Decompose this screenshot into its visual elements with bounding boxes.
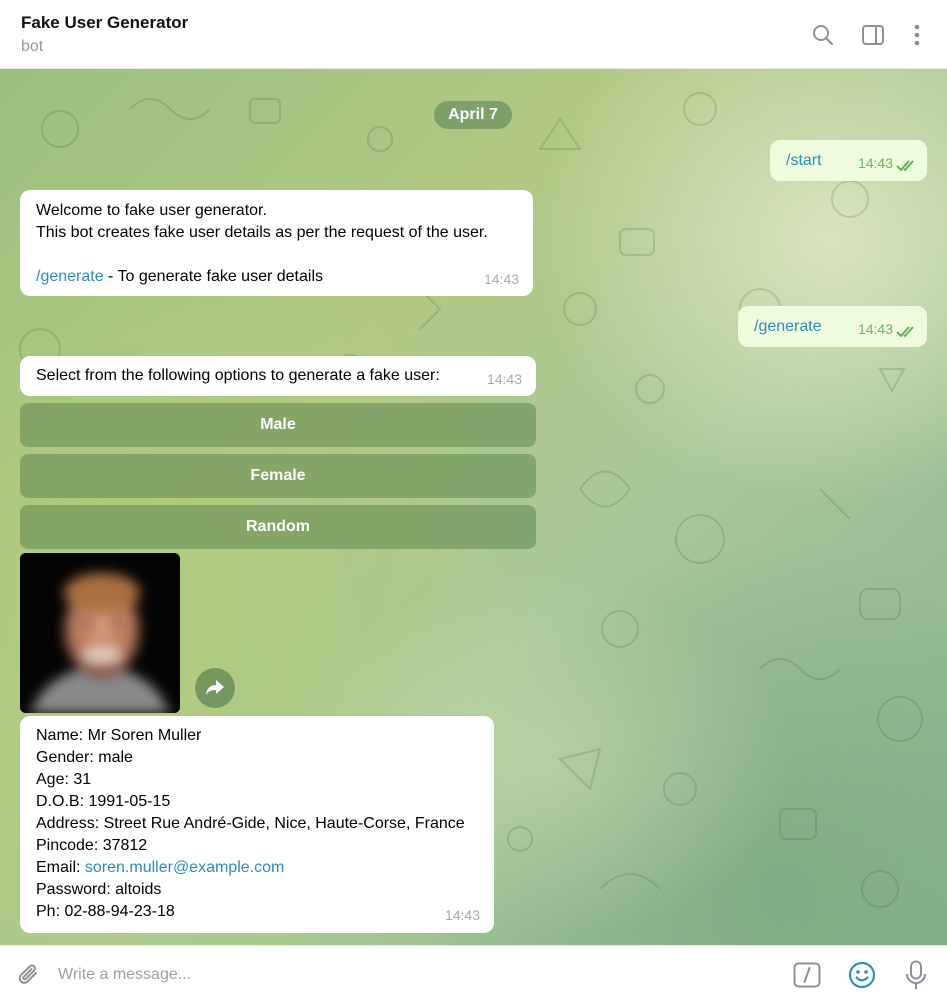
message-input[interactable] — [58, 958, 758, 992]
chat-title[interactable]: Fake User Generator — [21, 13, 188, 33]
welcome-line-1: Welcome to fake user generator. — [36, 202, 267, 219]
read-ticks-icon — [896, 160, 914, 172]
message-time: 14:43 — [486, 371, 522, 387]
chat-subtitle: bot — [21, 38, 44, 55]
user-photo-image — [20, 553, 180, 713]
outgoing-message-generate[interactable]: /generate 14:43 — [738, 306, 927, 347]
forward-button[interactable] — [195, 668, 235, 708]
chat-area[interactable]: April 7 /start 14:43 Welcome to fake use… — [0, 69, 947, 945]
incoming-message-welcome[interactable]: Welcome to fake user generator. This bot… — [20, 190, 533, 296]
detail-email-line: Email: soren.muller@example.com — [36, 857, 284, 879]
command-description: - To generate fake user details — [103, 268, 323, 285]
generate-command-link[interactable]: /generate — [36, 268, 104, 285]
attach-icon[interactable] — [14, 960, 44, 990]
detail-dob: D.O.B: 1991-05-15 — [36, 793, 171, 810]
message-time: 14:43 — [444, 907, 480, 923]
keyboard-button-female[interactable]: Female — [20, 454, 536, 498]
read-ticks-icon — [896, 326, 914, 338]
detail-age: Age: 31 — [36, 771, 92, 788]
detail-pincode: Pincode: 37812 — [36, 837, 148, 854]
detail-phone: Ph: 02-88-94-23-18 — [36, 903, 175, 920]
welcome-command-line: /generate - To generate fake user detail… — [36, 266, 323, 288]
message-time: 14:43 — [483, 271, 519, 287]
chat-header[interactable]: Fake User Generator bot — [0, 0, 947, 69]
detail-email-label: Email: — [36, 859, 85, 876]
keyboard-button-male[interactable]: Male — [20, 403, 536, 447]
message-composer[interactable] — [0, 945, 947, 1004]
detail-gender: Gender: male — [36, 749, 133, 766]
sidebar-toggle-icon[interactable] — [860, 22, 886, 48]
incoming-message-select[interactable]: Select from the following options to gen… — [20, 356, 536, 396]
incoming-message-user-details[interactable]: Name: Mr Soren Muller Gender: male Age: … — [20, 716, 494, 933]
date-separator: April 7 — [434, 101, 512, 129]
emoji-icon[interactable] — [847, 960, 877, 990]
more-vertical-icon[interactable] — [904, 22, 930, 48]
forward-arrow-icon — [206, 680, 224, 695]
outgoing-message-start[interactable]: /start 14:43 — [770, 140, 927, 181]
message-time: 14:43 — [857, 155, 893, 171]
microphone-icon[interactable] — [901, 960, 931, 990]
detail-password: Password: altoids — [36, 881, 162, 898]
bot-commands-icon[interactable] — [792, 960, 822, 990]
message-time: 14:43 — [857, 321, 893, 337]
email-link[interactable]: soren.muller@example.com — [85, 859, 284, 876]
message-text[interactable]: /start — [786, 150, 822, 172]
message-text[interactable]: /generate — [754, 316, 822, 338]
user-photo[interactable] — [20, 553, 180, 713]
message-text: Select from the following options to gen… — [36, 367, 440, 384]
detail-address: Address: Street Rue André-Gide, Nice, Ha… — [36, 815, 465, 832]
detail-name: Name: Mr Soren Muller — [36, 727, 202, 744]
welcome-line-2: This bot creates fake user details as pe… — [36, 224, 488, 241]
search-icon[interactable] — [810, 22, 836, 48]
keyboard-button-random[interactable]: Random — [20, 505, 536, 549]
